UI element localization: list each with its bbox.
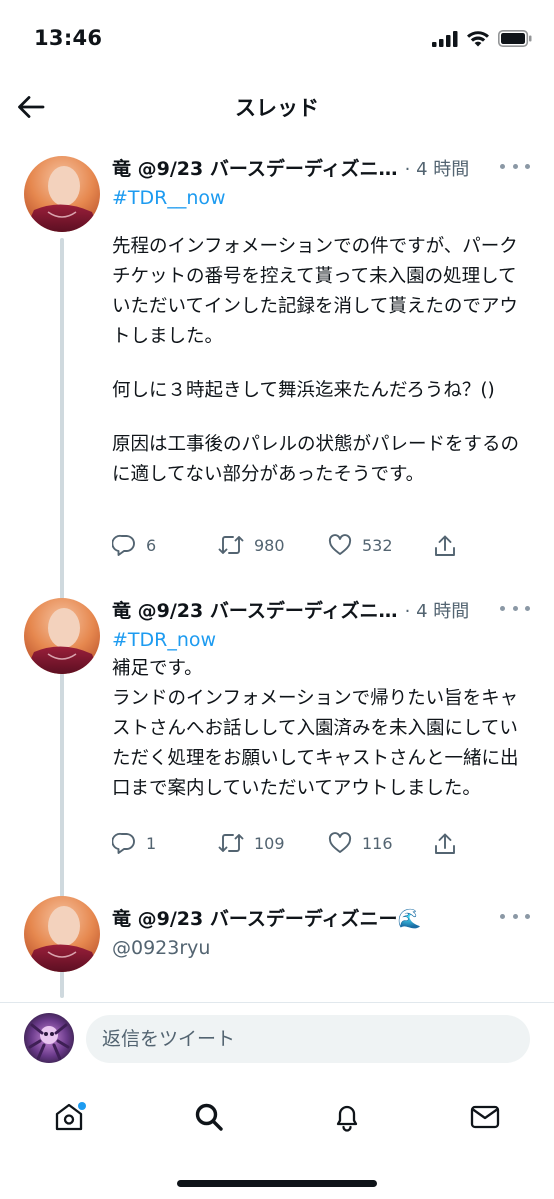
- nav-header: スレッド: [0, 78, 554, 136]
- my-avatar[interactable]: [24, 1013, 74, 1063]
- tab-search[interactable]: [184, 1092, 234, 1142]
- tweet-text: 先程のインフォメーションでの件ですが、パークチケットの番号を控えて貰って未入園の…: [112, 236, 518, 347]
- home-indicator[interactable]: [177, 1180, 377, 1187]
- status-icons: [432, 30, 532, 47]
- tweet-time: · 4 時間: [404, 601, 470, 622]
- reply-count: 6: [146, 535, 157, 555]
- retweet-icon: [218, 834, 244, 852]
- share-button[interactable]: [434, 534, 456, 558]
- tweet-body: 竜 @9/23 バースデーディズニ… · 4 時間 #TDR_now 補足です。…: [112, 596, 532, 804]
- share-icon: [435, 535, 455, 556]
- avatar-image: [24, 896, 100, 972]
- bell-icon: [336, 1105, 358, 1132]
- tweet-text: 補足です。 ランドのインフォメーションで帰りたい旨をキャストさんへお話しして入園…: [112, 658, 519, 799]
- tweet-header: 竜 @9/23 バースデーディズニ… · 4 時間: [112, 596, 532, 626]
- retweet-icon: [218, 536, 244, 554]
- retweet-button[interactable]: 980: [218, 534, 285, 556]
- reply-icon: [112, 534, 135, 556]
- heart-icon: [328, 832, 352, 853]
- wifi-icon: [467, 31, 489, 47]
- avatar[interactable]: [24, 156, 100, 232]
- like-count: 116: [362, 833, 393, 853]
- reply-count: 1: [146, 833, 157, 853]
- author-name[interactable]: 竜 @9/23 バースデーディズニ…: [112, 600, 398, 622]
- notification-dot: [78, 1102, 86, 1110]
- tweet-actions: 6 980 532: [112, 534, 472, 564]
- avatar[interactable]: [24, 896, 100, 972]
- divider: [0, 1002, 554, 1003]
- like-count: 532: [362, 535, 393, 555]
- reply-icon: [112, 832, 135, 854]
- avatar-image: [24, 598, 100, 674]
- search-icon: [195, 1103, 223, 1131]
- tweet-time: · 4 時間: [404, 159, 470, 180]
- mail-icon: [470, 1105, 500, 1129]
- tweet-header: 竜 @9/23 バースデーディズニー🌊: [112, 904, 532, 934]
- tab-notifications[interactable]: [322, 1092, 372, 1142]
- battery-icon: [498, 30, 532, 47]
- tab-bar: [0, 1082, 554, 1152]
- retweet-count: 980: [254, 535, 285, 555]
- heart-icon: [328, 534, 352, 555]
- status-time: 13:46: [34, 26, 103, 50]
- reply-button[interactable]: 6: [112, 534, 156, 556]
- reply-bar: [0, 1005, 554, 1075]
- cellular-signal-icon: [432, 30, 458, 47]
- author-handle[interactable]: @0923ryu: [112, 934, 532, 962]
- reply-button[interactable]: 1: [112, 832, 156, 854]
- tweet-header: 竜 @9/23 バースデーディズニ… · 4 時間: [112, 154, 532, 184]
- status-bar: 13:46: [0, 0, 554, 70]
- tweet-body: 竜 @9/23 バースデーディズニ… · 4 時間 #TDR__now 先程のイ…: [112, 154, 532, 490]
- reply-input[interactable]: [86, 1015, 530, 1063]
- author-name[interactable]: 竜 @9/23 バースデーディズニー🌊: [112, 908, 421, 930]
- more-options-button[interactable]: [500, 156, 530, 176]
- author-name[interactable]: 竜 @9/23 バースデーディズニ…: [112, 158, 398, 180]
- avatar-image: [24, 156, 100, 232]
- hashtag-link[interactable]: #TDR_now: [112, 626, 532, 654]
- tab-messages[interactable]: [460, 1092, 510, 1142]
- tweet-text: 何しに３時起きして舞浜迄来たんだろうね？(): [112, 380, 495, 401]
- avatar[interactable]: [24, 598, 100, 674]
- share-button[interactable]: [434, 832, 456, 856]
- tweet-body: 竜 @9/23 バースデーディズニー🌊 @0923ryu: [112, 904, 532, 962]
- share-icon: [435, 833, 455, 854]
- more-options-button[interactable]: [500, 598, 530, 618]
- tweet-text: 原因は工事後のパレルの状態がパレードをするのに適してない部分があったそうです。: [112, 434, 520, 485]
- page-title: スレッド: [235, 96, 319, 120]
- tab-home[interactable]: [44, 1092, 94, 1142]
- like-button[interactable]: 532: [328, 534, 393, 556]
- hashtag-link[interactable]: #TDR__now: [112, 184, 532, 212]
- retweet-count: 109: [254, 833, 285, 853]
- tweet-actions: 1 109 116: [112, 832, 472, 862]
- like-button[interactable]: 116: [328, 832, 393, 854]
- retweet-button[interactable]: 109: [218, 832, 285, 854]
- avatar-image: [24, 1013, 74, 1063]
- more-options-button[interactable]: [500, 906, 530, 926]
